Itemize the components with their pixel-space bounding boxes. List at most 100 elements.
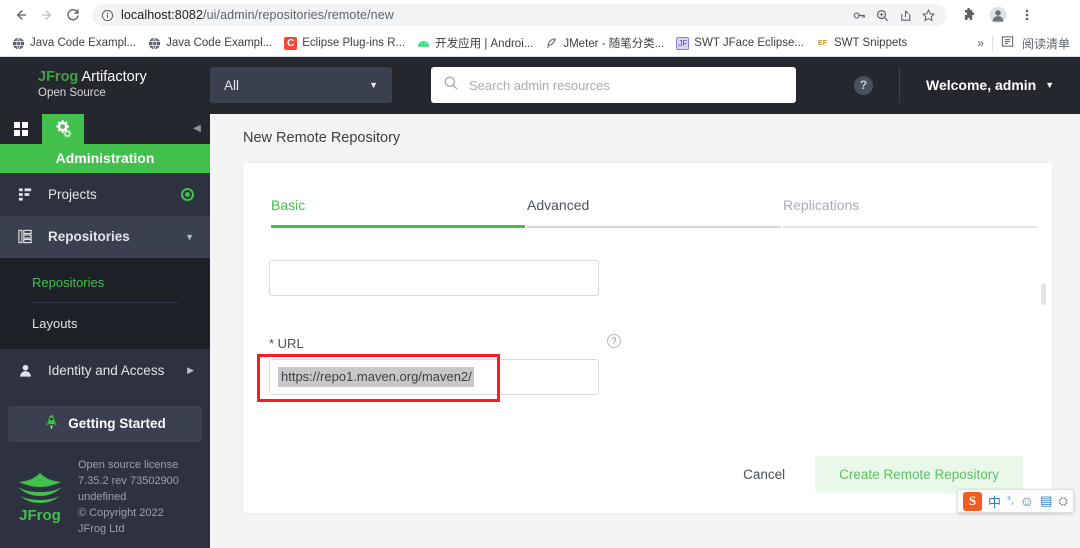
feather-icon — [545, 37, 558, 50]
sidebar-item-repositories[interactable]: Repositories ▼ — [0, 215, 210, 259]
key-icon[interactable] — [849, 5, 870, 26]
extensions-puzzle-icon[interactable] — [956, 2, 982, 28]
bookmark-item[interactable]: JMeter - 随笔分类... — [539, 33, 670, 53]
tab-replications[interactable]: Replications — [781, 197, 1037, 240]
toolbar-divider — [991, 35, 993, 51]
getting-started-label: Getting Started — [68, 416, 166, 432]
bookmark-label: JMeter - 随笔分类... — [563, 38, 665, 50]
address-bar[interactable]: localhost:8082/ui/admin/repositories/rem… — [92, 4, 947, 26]
module-tabs: ◀ — [0, 114, 210, 144]
reading-list-label[interactable]: 阅读清单 — [1022, 35, 1070, 52]
cancel-button[interactable]: Cancel — [727, 457, 801, 492]
app-topbar: JFrog Artifactory Open Source All ▼ ? We… — [0, 56, 1080, 114]
sidebar-footer: JFrog Open source license 7.35.2 rev 735… — [0, 458, 210, 548]
chinese-mode-icon[interactable]: 中 — [988, 492, 1001, 510]
tab-advanced[interactable]: Advanced — [525, 197, 781, 240]
artifactory-app: JFrog Artifactory Open Source All ▼ ? We… — [0, 56, 1080, 548]
svg-text:JFrog: JFrog — [19, 507, 61, 524]
sidebar-subitem-repositories[interactable]: Repositories — [0, 262, 210, 302]
chevron-down-icon: ▼ — [1045, 80, 1055, 90]
reload-icon[interactable] — [60, 2, 86, 28]
url-input[interactable]: https://repo1.maven.org/maven2/ — [269, 359, 599, 395]
globe-icon — [12, 37, 25, 50]
radio-dot-icon — [181, 187, 194, 201]
blue-square-icon: JF — [676, 36, 690, 50]
tab-label: Advanced — [527, 197, 590, 213]
admin-search[interactable] — [431, 67, 796, 103]
search-input[interactable] — [469, 77, 784, 93]
bookmarks-bar: Java Code Exampl... Java Code Exampl... … — [0, 30, 1080, 56]
bookmark-label: Eclipse Plug-ins R... — [302, 37, 406, 49]
browser-toolbar-right — [951, 2, 1040, 28]
address-path: /ui/admin/repositories/remote/new — [203, 8, 394, 22]
scope-select-value: All — [224, 77, 240, 93]
bookmarks-overflow: » 阅读清单 — [977, 35, 1074, 52]
bookmark-item[interactable]: JF SWT JFace Eclipse... — [670, 35, 810, 52]
sidebar-item-projects[interactable]: Projects — [0, 173, 210, 216]
sidebar-collapse-icon[interactable]: ◀ — [184, 114, 210, 144]
user-menu[interactable]: Welcome, admin ▼ — [926, 77, 1054, 93]
bookmark-item[interactable]: Java Code Exampl... — [6, 35, 142, 52]
jfrog-logo-icon: JFrog — [12, 458, 68, 538]
reading-list-icon[interactable] — [1001, 35, 1014, 51]
info-circle-icon[interactable] — [100, 8, 114, 22]
rocket-icon — [44, 414, 59, 434]
form-tabs: Basic Advanced Replications — [243, 163, 1052, 240]
brand-jfrog: JFrog — [38, 69, 79, 86]
bookmark-item[interactable]: Java Code Exampl... — [142, 35, 278, 52]
emoji-icon[interactable]: ☺ — [1020, 492, 1034, 510]
brand-edition: Open Source — [38, 87, 106, 100]
help-icon[interactable]: ? — [854, 75, 873, 95]
footer-line: 7.35.2 rev 73502900 — [78, 475, 179, 488]
zoom-icon[interactable] — [872, 5, 893, 26]
module-tab-application[interactable] — [0, 114, 42, 144]
sogou-logo-icon[interactable]: S — [963, 491, 982, 511]
bookmark-item[interactable]: C Eclipse Plug-ins R... — [278, 35, 411, 52]
repository-key-input[interactable] — [269, 260, 599, 296]
grid-squares-icon — [14, 121, 28, 136]
bookmark-label: SWT Snippets — [834, 37, 908, 49]
scope-select[interactable]: All ▼ — [210, 67, 392, 103]
kebab-menu-icon[interactable] — [1014, 2, 1040, 28]
tab-label: Replications — [783, 197, 860, 213]
footer-line: undefined — [78, 491, 127, 504]
user-menu-label: Welcome, admin — [926, 77, 1037, 93]
repository-form-card: Basic Advanced Replications * URL ? http… — [243, 163, 1052, 513]
star-icon[interactable] — [918, 5, 939, 26]
sidebar-item-identity-and-access[interactable]: Identity and Access ▶ — [0, 349, 210, 392]
punctuation-mode-icon[interactable]: °, — [1007, 492, 1014, 510]
browser-nav-row: localhost:8082/ui/admin/repositories/rem… — [0, 0, 1080, 30]
url-help-icon[interactable]: ? — [607, 334, 621, 348]
footer-line: Open source license — [78, 459, 179, 472]
keyboard-icon[interactable]: ▤ — [1040, 492, 1052, 510]
brand-logo[interactable]: JFrog Artifactory Open Source — [0, 70, 210, 99]
card-scrollbar-thumb[interactable] — [1041, 283, 1046, 305]
bookmarks-overflow-button[interactable]: » — [977, 36, 984, 50]
brand-product: Artifactory — [81, 69, 147, 86]
profile-avatar-icon[interactable] — [985, 2, 1011, 28]
bookmark-item[interactable]: EF SWT Snippets — [810, 35, 913, 52]
sidebar-subitem-layouts[interactable]: Layouts — [0, 303, 210, 343]
tab-label: Basic — [271, 197, 306, 213]
url-field-block: * URL ? https://repo1.maven.org/maven2/ — [257, 334, 621, 402]
tab-underline — [271, 225, 525, 228]
module-tab-administration[interactable] — [42, 114, 84, 144]
tab-basic[interactable]: Basic — [269, 197, 525, 240]
bookmark-label: Java Code Exampl... — [30, 37, 137, 49]
share-icon[interactable] — [895, 5, 916, 26]
footer-line: JFrog Ltd — [78, 523, 125, 536]
bookmark-label: SWT JFace Eclipse... — [694, 37, 805, 49]
sogou-ime-toolbar: S 中 °, ☺ ▤ ⛭ — [957, 489, 1074, 513]
letter-c-icon: C — [284, 36, 298, 50]
bookmark-item[interactable]: 开发应用 | Androi... — [411, 33, 539, 53]
getting-started-button[interactable]: Getting Started — [8, 405, 202, 443]
projects-icon — [16, 187, 34, 202]
back-icon[interactable] — [8, 2, 34, 28]
toolbox-icon[interactable]: ⛭ — [1058, 492, 1068, 510]
forward-icon[interactable] — [34, 2, 60, 28]
tab-underline — [783, 226, 1037, 228]
page-title: New Remote Repository — [243, 130, 401, 146]
sidebar: ◀ Administration Projects Repositories ▼… — [0, 114, 210, 548]
sidebar-item-label: Repositories — [48, 229, 130, 245]
create-remote-repository-button[interactable]: Create Remote Repository — [815, 455, 1023, 493]
